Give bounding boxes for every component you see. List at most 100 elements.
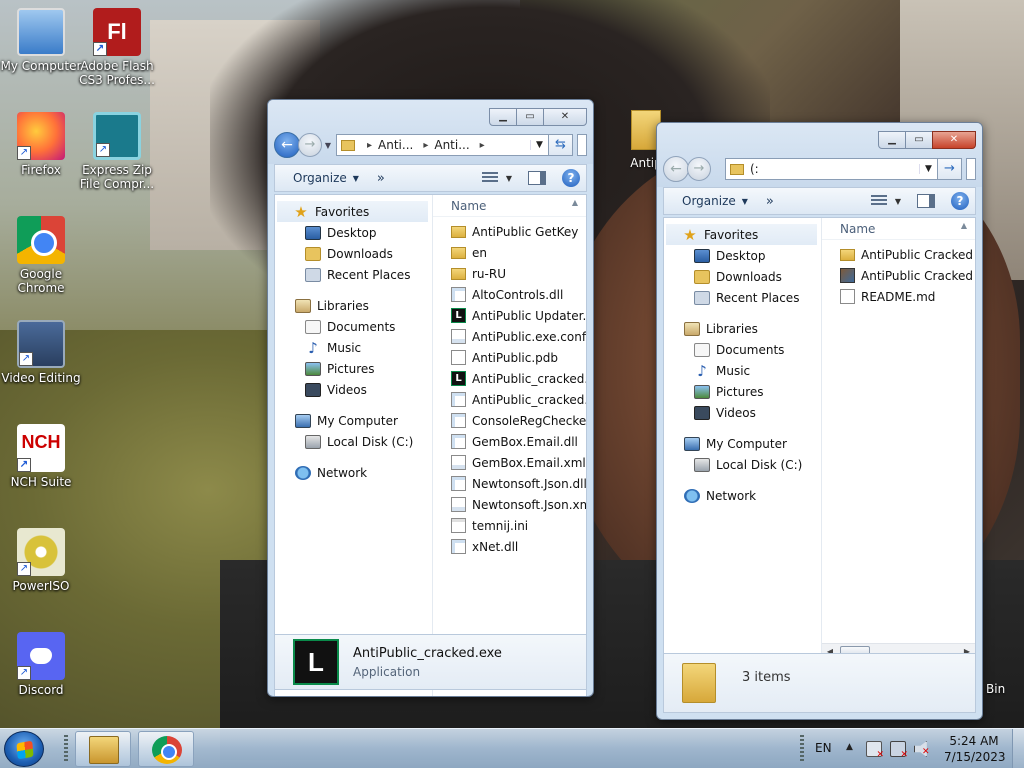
list-item[interactable]: ConsoleRegChecker.exe bbox=[433, 410, 586, 431]
nav-network[interactable]: Network bbox=[275, 462, 432, 483]
forward-button[interactable]: → bbox=[687, 157, 711, 181]
desktop-icon-poweriso[interactable]: ↗ PowerISO bbox=[0, 528, 82, 593]
list-item[interactable]: AntiPublic Cracked by bbox=[822, 265, 975, 286]
start-button[interactable] bbox=[4, 731, 44, 767]
back-button[interactable]: ← bbox=[663, 156, 689, 182]
views-icon[interactable] bbox=[870, 195, 887, 207]
desktop-icon-express-zip[interactable]: ↗ Express Zip File Compr... bbox=[76, 112, 158, 191]
list-item[interactable]: AltoControls.dll bbox=[433, 284, 586, 305]
nav-downloads[interactable]: Downloads bbox=[664, 266, 821, 287]
nav-favorites[interactable]: ★ Favorites bbox=[666, 224, 817, 245]
explorer-window-right[interactable]: ▁ ▭ ✕ ← → (: ▼ → Organize ▼ » ▼ ? ★ Favori… bbox=[656, 122, 983, 720]
address-dropdown[interactable]: ▼ bbox=[919, 164, 937, 174]
help-icon[interactable]: ? bbox=[951, 192, 969, 210]
desktop-icon-firefox[interactable]: ↗ Firefox bbox=[0, 112, 82, 177]
list-item[interactable]: README.md bbox=[822, 286, 975, 307]
desktop-icon-google-chrome[interactable]: Google Chrome bbox=[0, 216, 82, 295]
minimize-button[interactable]: ▁ bbox=[878, 131, 906, 149]
nav-downloads[interactable]: Downloads bbox=[275, 243, 432, 264]
maximize-button[interactable]: ▭ bbox=[516, 108, 544, 126]
nav-music[interactable]: ♪ Music bbox=[664, 360, 821, 381]
address-path[interactable]: (: bbox=[750, 162, 759, 176]
address-dropdown[interactable]: ▼ bbox=[530, 140, 548, 150]
list-item[interactable]: LAntiPublic Updater.exe bbox=[433, 305, 586, 326]
action-center-icon[interactable] bbox=[866, 741, 884, 760]
nav-desktop[interactable]: Desktop bbox=[664, 245, 821, 266]
more-commands-button[interactable]: » bbox=[766, 194, 774, 209]
forward-button[interactable]: → bbox=[298, 133, 322, 157]
list-item[interactable]: AntiPublic Cracked by bbox=[822, 244, 975, 265]
taskbar-grip[interactable] bbox=[64, 735, 68, 763]
list-item[interactable]: AntiPublic.pdb bbox=[433, 347, 586, 368]
list-item[interactable]: AntiPublic_cracked.exe bbox=[433, 389, 586, 410]
nav-libraries[interactable]: Libraries bbox=[664, 318, 821, 339]
list-item[interactable]: xNet.dll bbox=[433, 536, 586, 557]
nav-favorites[interactable]: ★ Favorites bbox=[277, 201, 428, 222]
list-item[interactable]: Newtonsoft.Json.xml bbox=[433, 494, 586, 515]
nav-recent-places[interactable]: Recent Places bbox=[664, 287, 821, 308]
list-item[interactable]: ru-RU bbox=[433, 263, 586, 284]
list-item[interactable]: temnij.ini bbox=[433, 515, 586, 536]
breadcrumb-separator[interactable]: ▸ bbox=[367, 140, 372, 151]
views-dropdown[interactable]: ▼ bbox=[506, 174, 512, 183]
nav-my-computer[interactable]: My Computer bbox=[664, 433, 821, 454]
clock[interactable]: 5:24 AM 7/15/2023 bbox=[944, 733, 1006, 765]
desktop-icon-recycle-bin-label[interactable]: Bin bbox=[986, 682, 1005, 696]
list-item[interactable]: GemBox.Email.xml bbox=[433, 452, 586, 473]
list-item[interactable]: Newtonsoft.Json.dll bbox=[433, 473, 586, 494]
back-button[interactable]: ← bbox=[274, 132, 300, 158]
search-input[interactable] bbox=[966, 158, 976, 180]
language-indicator[interactable]: EN bbox=[815, 741, 832, 755]
breadcrumb-item[interactable]: Anti... bbox=[434, 138, 469, 152]
recent-pages-dropdown[interactable]: ▼ bbox=[322, 141, 334, 150]
more-commands-button[interactable]: » bbox=[377, 171, 385, 186]
nav-my-computer[interactable]: My Computer bbox=[275, 410, 432, 431]
preview-pane-icon[interactable] bbox=[917, 194, 935, 208]
list-item[interactable]: AntiPublic GetKey bbox=[433, 221, 586, 242]
explorer-window-left[interactable]: ▁ ▭ ✕ ← → ▼ ▸ Anti... ▸ Anti... ▸ ▼ ⇆ Or… bbox=[267, 99, 594, 697]
organize-menu[interactable]: Organize ▼ bbox=[670, 194, 760, 208]
column-header-name[interactable]: Name ▲ bbox=[433, 195, 586, 217]
taskbar-explorer-button[interactable] bbox=[75, 731, 131, 767]
desktop-icon-my-computer[interactable]: My Computer bbox=[0, 8, 82, 73]
organize-menu[interactable]: Organize ▼ bbox=[281, 171, 371, 185]
help-icon[interactable]: ? bbox=[562, 169, 580, 187]
search-input[interactable] bbox=[577, 134, 587, 156]
taskbar-chrome-button[interactable] bbox=[138, 731, 194, 767]
nav-recent-places[interactable]: Recent Places bbox=[275, 264, 432, 285]
maximize-button[interactable]: ▭ bbox=[905, 131, 933, 149]
minimize-button[interactable]: ▁ bbox=[489, 108, 517, 126]
nav-network[interactable]: Network bbox=[664, 485, 821, 506]
desktop-icon-discord[interactable]: ↗ Discord bbox=[0, 632, 82, 697]
refresh-button[interactable]: ⇆ bbox=[549, 134, 573, 156]
go-button[interactable]: → bbox=[938, 158, 962, 180]
views-dropdown[interactable]: ▼ bbox=[895, 197, 901, 206]
column-header-name[interactable]: Name ▲ bbox=[822, 218, 975, 240]
nav-pictures[interactable]: Pictures bbox=[275, 358, 432, 379]
views-icon[interactable] bbox=[481, 172, 498, 184]
list-item-selected[interactable]: LAntiPublic_cracked.exe bbox=[433, 368, 586, 389]
address-bar[interactable]: (: ▼ bbox=[725, 158, 938, 180]
nav-desktop[interactable]: Desktop bbox=[275, 222, 432, 243]
breadcrumb-separator[interactable]: ▸ bbox=[423, 140, 428, 151]
show-desktop-button[interactable] bbox=[1012, 729, 1024, 768]
list-item[interactable]: en bbox=[433, 242, 586, 263]
nav-local-disk[interactable]: Local Disk (C:) bbox=[664, 454, 821, 475]
nav-documents[interactable]: Documents bbox=[275, 316, 432, 337]
close-button[interactable]: ✕ bbox=[543, 108, 587, 126]
desktop-icon-adobe-flash[interactable]: Fl ↗ Adobe Flash CS3 Profes... bbox=[76, 8, 158, 87]
address-bar[interactable]: ▸ Anti... ▸ Anti... ▸ ▼ bbox=[336, 134, 549, 156]
nav-music[interactable]: ♪ Music bbox=[275, 337, 432, 358]
nav-local-disk[interactable]: Local Disk (C:) bbox=[275, 431, 432, 452]
close-button[interactable]: ✕ bbox=[932, 131, 976, 149]
list-item[interactable]: AntiPublic.exe.config bbox=[433, 326, 586, 347]
nav-videos[interactable]: Videos bbox=[275, 379, 432, 400]
nav-videos[interactable]: Videos bbox=[664, 402, 821, 423]
nav-libraries[interactable]: Libraries bbox=[275, 295, 432, 316]
list-item[interactable]: GemBox.Email.dll bbox=[433, 431, 586, 452]
desktop-icon-video-editing[interactable]: ↗ Video Editing bbox=[0, 320, 82, 385]
desktop-icon-nch-suite[interactable]: NCH ↗ NCH Suite bbox=[0, 424, 82, 489]
nav-documents[interactable]: Documents bbox=[664, 339, 821, 360]
nav-pictures[interactable]: Pictures bbox=[664, 381, 821, 402]
breadcrumb-separator[interactable]: ▸ bbox=[480, 140, 485, 151]
